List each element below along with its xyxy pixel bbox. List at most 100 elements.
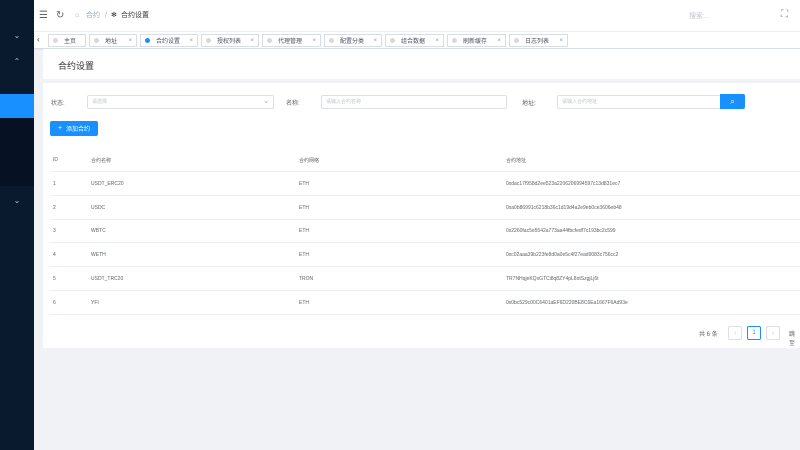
page-title: 合约设置 — [58, 61, 95, 71]
tab-combined-data[interactable]: 组合数据 × — [385, 34, 444, 47]
header-name: 合约名称 — [91, 158, 112, 164]
tab-dot — [94, 38, 99, 43]
tab-label: 合约设置 — [156, 39, 181, 45]
chevron-right-icon: › — [771, 329, 775, 337]
settings-icon: ✻ — [111, 12, 117, 19]
home-icon: ⌂ — [75, 12, 80, 19]
name-label: 名称: — [286, 101, 300, 107]
header-id: ID — [53, 157, 58, 163]
tab-config-category[interactable]: 配置分类 × — [324, 34, 382, 47]
tags-view: ‹ 主页 地址 × 合约设置 × 授权列表 × 代理管理 × 配置分类 × 组合… — [34, 32, 800, 49]
cell-network: ETH — [299, 252, 309, 258]
table-header-row: ID 合约名称 合约网络 合约地址 — [50, 149, 800, 172]
table-row[interactable]: 2 USDC ETH 0xa0b86991c6218b36c1d19d4a2e9… — [50, 197, 800, 220]
cell-address: 0x2260fac5e5542a773aa44fbcfedf7c193bc2c5… — [506, 228, 616, 234]
tab-home[interactable]: 主页 — [48, 34, 86, 47]
refresh-icon[interactable]: ↻ — [56, 10, 64, 22]
tab-dot — [514, 38, 519, 43]
tab-label: 地址 — [105, 39, 118, 45]
table-row[interactable]: 6 YFI ETH 0x0bc529c00C6401aEF6D220BE8C6E… — [50, 292, 800, 315]
tab-contract-settings[interactable]: 合约设置 × — [140, 34, 198, 47]
fullscreen-icon[interactable]: ⛶ — [781, 9, 788, 20]
tab-label: 授权列表 — [217, 39, 242, 45]
tab-dot — [390, 38, 395, 43]
cell-address: 0x0bc529c00C6401aEF6D220BE8C6Ea1667F6Ad9… — [506, 300, 628, 306]
tab-auth-list[interactable]: 授权列表 × — [201, 34, 259, 47]
header-search[interactable]: 搜索... — [689, 11, 709, 21]
table-row[interactable]: 5 USDT_TRC20 TRON TR7NHqjeKQxGTCi8q8ZY4p… — [50, 268, 800, 291]
chevron-left-icon: ‹ — [733, 329, 737, 337]
tab-log-list[interactable]: 日志列表 × — [509, 34, 568, 47]
tab-label: 主页 — [64, 39, 77, 45]
pagination-prev[interactable]: ‹ — [728, 326, 742, 340]
cell-address: 0xdac17f958d2ee523a2206206994597c13d831e… — [506, 181, 621, 187]
breadcrumb-current: 合约设置 — [121, 12, 149, 19]
close-icon[interactable]: × — [312, 38, 316, 44]
name-input[interactable]: 请输入合约名称 — [321, 95, 507, 109]
add-contract-button[interactable]: + 添加合约 — [50, 121, 98, 136]
breadcrumb-item[interactable]: 合约 — [86, 11, 100, 21]
header-network: 合约网络 — [299, 158, 320, 164]
hamburger-icon[interactable]: ☰ — [39, 10, 48, 22]
tab-dot — [53, 38, 58, 43]
cell-address: 0xc02aaa39b223fe8d0a0e5c4f27ead9083c756c… — [506, 252, 619, 258]
chevron-down-icon[interactable]: ⌄ — [0, 194, 34, 206]
plus-icon: + — [57, 125, 63, 132]
pagination-page[interactable]: 1 — [747, 326, 761, 340]
tab-label: 日志列表 — [525, 39, 550, 45]
tab-dot — [452, 38, 457, 43]
top-navbar: ☰ ↻ ⌂ 合约 / ✻ 合约设置 搜索... ⛶ — [34, 0, 800, 32]
tab-label: 组合数据 — [401, 39, 426, 45]
address-placeholder: 请输入合约地址 — [562, 99, 598, 105]
pagination-jump[interactable]: 跳至 — [789, 329, 800, 347]
pagination-total: 共 6 条 — [699, 332, 718, 338]
close-icon[interactable]: × — [128, 38, 132, 44]
cell-address: 0xa0b86991c6218b36c1d19d4a2e9eb0ce3606eb… — [506, 205, 622, 211]
name-placeholder: 请输入合约名称 — [326, 99, 362, 105]
submenu-panel — [0, 118, 34, 186]
cell-name: WBTC — [91, 228, 106, 234]
close-icon[interactable]: × — [373, 38, 377, 44]
sidebar: ⌄ ⌃ ⌄ — [0, 0, 34, 450]
close-icon[interactable]: × — [189, 38, 193, 44]
tab-address[interactable]: 地址 × — [89, 34, 137, 47]
tab-label: 刷新缓存 — [463, 39, 488, 45]
cell-id: 6 — [53, 300, 56, 306]
status-select[interactable]: 请选择 ⌄ — [87, 95, 274, 109]
status-placeholder: 请选择 — [92, 99, 108, 105]
chevron-down-icon: ⌄ — [263, 98, 269, 105]
tab-agent-management[interactable]: 代理管理 × — [262, 34, 321, 47]
table-row[interactable]: 3 WBTC ETH 0x2260fac5e5542a773aa44fbcfed… — [50, 220, 800, 243]
cell-network: ETH — [299, 228, 309, 234]
cell-name: USDT_ERC20 — [91, 181, 124, 187]
add-contract-label: 添加合约 — [66, 127, 91, 133]
tab-refresh-cache[interactable]: 刷新缓存 × — [447, 34, 506, 47]
tab-dot — [145, 38, 150, 43]
search-icon: ⌕ — [730, 96, 735, 106]
cell-id: 4 — [53, 252, 56, 258]
table-row[interactable]: 4 WETH ETH 0xc02aaa39b223fe8d0a0e5c4f27e… — [50, 244, 800, 267]
chevron-up-icon[interactable]: ⌃ — [0, 55, 34, 67]
address-input[interactable]: 请输入合约地址 — [557, 95, 721, 109]
close-icon[interactable]: × — [435, 38, 439, 44]
page-number: 1 — [752, 330, 756, 336]
tab-dot — [267, 38, 272, 43]
pagination-next[interactable]: › — [766, 326, 780, 340]
tab-dot — [206, 38, 211, 43]
tab-label: 配置分类 — [340, 39, 365, 45]
search-button[interactable]: ⌕ — [720, 94, 745, 109]
header-address: 合约地址 — [506, 158, 527, 164]
close-icon[interactable]: × — [250, 38, 254, 44]
cell-name: USDT_TRC20 — [91, 276, 124, 282]
tab-dot — [329, 38, 334, 43]
tab-label: 代理管理 — [278, 39, 303, 45]
scroll-left-icon[interactable]: ‹ — [37, 35, 40, 44]
close-icon[interactable]: × — [559, 38, 563, 44]
chevron-down-icon[interactable]: ⌄ — [0, 29, 34, 41]
sidebar-item-active[interactable] — [0, 94, 34, 118]
close-icon[interactable]: × — [497, 38, 501, 44]
table-row[interactable]: 1 USDT_ERC20 ETH 0xdac17f958d2ee523a2206… — [50, 173, 800, 196]
address-label: 地址: — [522, 101, 536, 107]
cell-id: 1 — [53, 181, 56, 187]
page-header: 合约设置 — [43, 49, 800, 79]
